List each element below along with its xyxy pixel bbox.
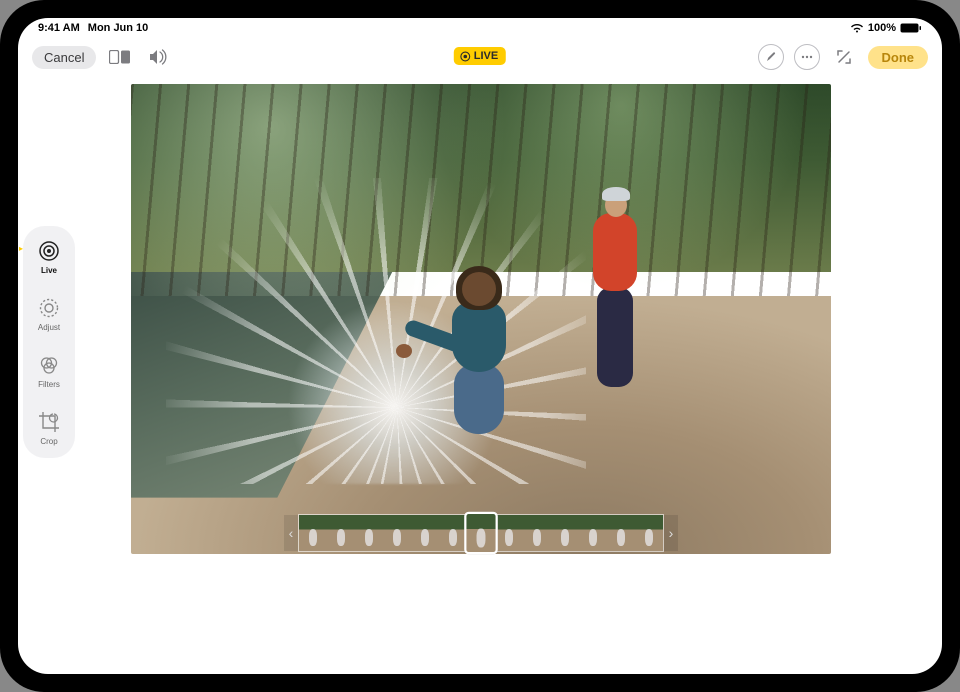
edit-area: Live Adjust Filters [18,76,942,674]
battery-icon [900,23,922,33]
filmstrip-frames[interactable] [298,514,664,552]
filmstrip-frame[interactable] [495,515,523,551]
tool-adjust[interactable]: Adjust [27,291,71,336]
screen: 9:41 AM Mon Jun 10 100% Cancel [18,18,942,674]
volume-icon[interactable] [144,43,172,71]
status-bar: 9:41 AM Mon Jun 10 100% [18,18,942,38]
status-date: Mon Jun 10 [88,22,149,34]
compare-toggle-icon[interactable] [106,43,134,71]
wifi-icon [850,23,864,33]
filmstrip-prev-icon[interactable]: ‹ [284,515,298,551]
live-badge-label: LIVE [474,50,498,62]
filmstrip-frame[interactable] [635,515,663,551]
filmstrip-frame[interactable] [411,515,439,551]
filmstrip-frame[interactable] [579,515,607,551]
live-icon [36,238,62,264]
cancel-button[interactable]: Cancel [32,46,96,69]
crop-icon [36,409,62,435]
filmstrip-frame[interactable] [299,515,327,551]
filmstrip-frame[interactable] [523,515,551,551]
person-standing [579,187,649,397]
editor-toolbar: Cancel LIVE [18,38,942,76]
filters-icon [36,352,62,378]
markup-button[interactable] [758,44,784,70]
tool-filters[interactable]: Filters [27,348,71,393]
filmstrip-frame[interactable] [439,515,467,551]
live-photo-filmstrip: ‹ › [284,512,678,554]
tool-live[interactable]: Live [27,234,71,279]
filmstrip-frame[interactable] [551,515,579,551]
filmstrip-next-icon[interactable]: › [664,515,678,551]
filmstrip-frame[interactable] [383,515,411,551]
filmstrip-frame[interactable] [355,515,383,551]
more-options-button[interactable] [794,44,820,70]
tool-live-label: Live [41,266,57,275]
status-time: 9:41 AM [38,22,80,34]
battery-percent: 100% [868,22,896,34]
tool-filters-label: Filters [38,380,60,389]
filmstrip-frame[interactable] [607,515,635,551]
tool-crop[interactable]: Crop [27,405,71,450]
fullscreen-button[interactable] [830,43,858,71]
filmstrip-frame[interactable] [465,513,496,553]
edit-tools-sidebar: Live Adjust Filters [18,76,80,674]
adjust-icon [36,295,62,321]
canvas-wrap: ‹ › [80,76,942,674]
person-splashing [432,272,522,452]
tool-adjust-label: Adjust [38,323,60,332]
live-badge-button[interactable]: LIVE [454,47,506,65]
ipad-device-frame: 9:41 AM Mon Jun 10 100% Cancel [0,0,960,692]
photo-canvas[interactable] [131,84,831,554]
filmstrip-frame[interactable] [327,515,355,551]
done-button[interactable]: Done [868,46,929,69]
tool-group: Live Adjust Filters [23,226,75,458]
tool-crop-label: Crop [40,437,57,446]
